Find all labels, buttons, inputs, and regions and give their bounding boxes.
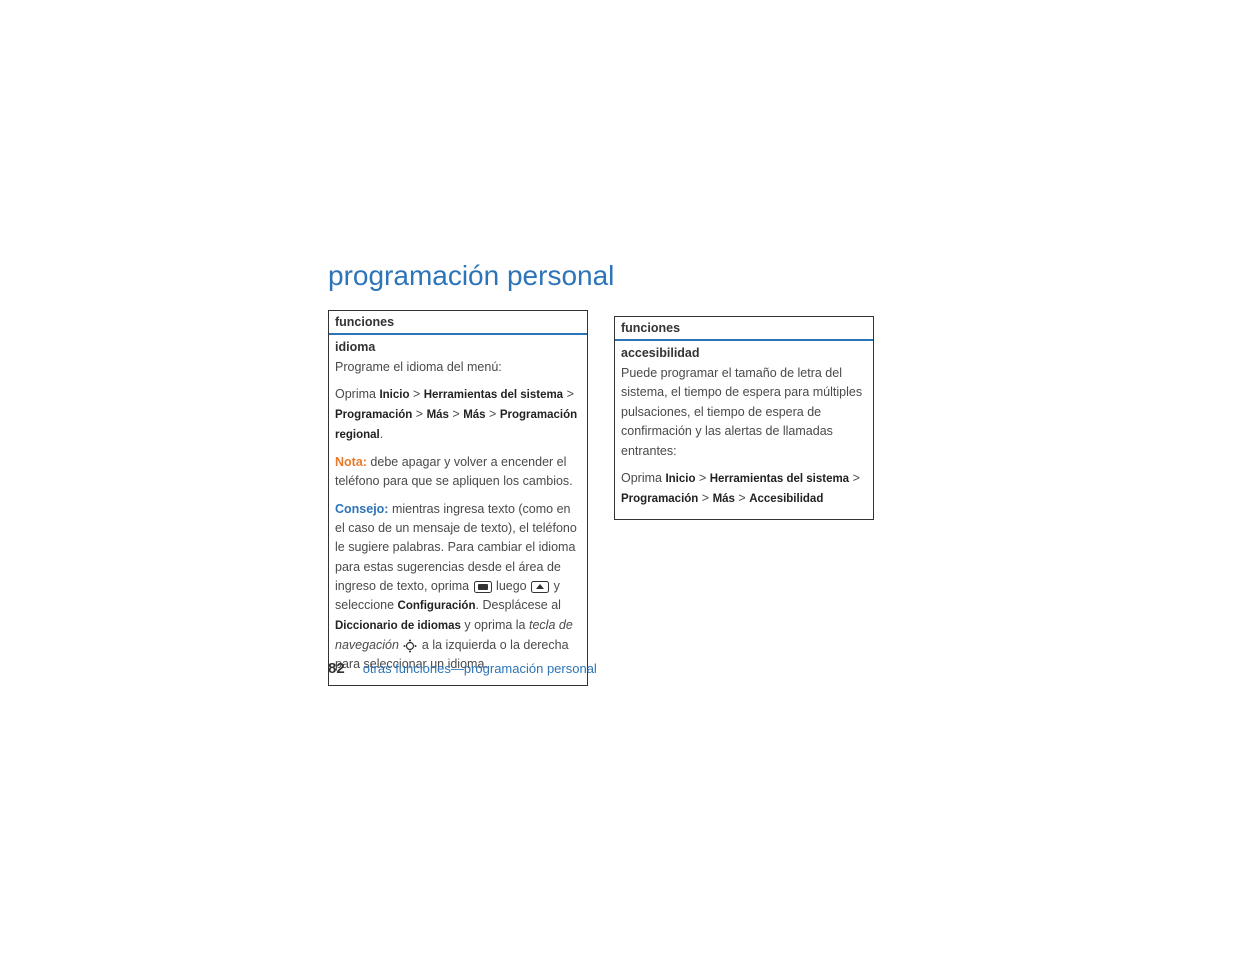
accesibilidad-intro: Puede programar el tamaño de letra del s…	[621, 364, 867, 461]
nav-key-icon	[403, 639, 417, 653]
nota-paragraph: Nota: debe apagar y volver a encender el…	[335, 453, 581, 492]
rpath-programacion: Programación	[621, 493, 698, 505]
idioma-intro: Programe el idioma del menú:	[335, 358, 581, 377]
consejo-label: Consejo:	[335, 502, 392, 516]
diccionario: Diccionario de idiomas	[335, 620, 461, 632]
gt: >	[412, 407, 426, 421]
accesibilidad-content: Puede programar el tamaño de letra del s…	[615, 364, 873, 519]
gt: >	[698, 491, 712, 505]
accesibilidad-path: Oprima Inicio > Herramientas del sistema…	[621, 469, 867, 509]
page-number: 82	[328, 660, 345, 677]
idioma-path: Oprima Inicio > Herramientas del sistema…	[335, 385, 581, 444]
consejo-part2: . Desplácese al	[476, 598, 561, 612]
right-column: funciones accesibilidad Puede programar …	[614, 316, 874, 686]
idioma-subheader: idioma	[329, 335, 587, 358]
gt: >	[409, 387, 423, 401]
up-key-icon	[531, 581, 549, 593]
section-title: programación personal	[328, 260, 908, 292]
functions-box-right: funciones accesibilidad Puede programar …	[614, 316, 874, 520]
functions-box-left: funciones idioma Programe el idioma del …	[328, 310, 588, 686]
nota-label: Nota:	[335, 455, 370, 469]
rpath-herramientas: Herramientas del sistema	[710, 473, 849, 485]
path-herramientas: Herramientas del sistema	[424, 389, 563, 401]
path-inicio: Inicio	[379, 389, 409, 401]
configuracion: Configuración	[398, 600, 476, 612]
footer: 82 otras funciones—programación personal	[328, 660, 597, 677]
path-programacion: Programación	[335, 409, 412, 421]
gt: >	[849, 471, 860, 485]
consejo-part3: y oprima la	[461, 618, 529, 632]
gt: >	[735, 491, 749, 505]
path-prefix-r: Oprima	[621, 471, 665, 485]
menu-key-icon	[474, 581, 492, 593]
functions-header-right: funciones	[615, 317, 873, 341]
gt: >	[563, 387, 574, 401]
consejo-paragraph: Consejo: mientras ingresa texto (como en…	[335, 500, 581, 675]
columns: funciones idioma Programe el idioma del …	[328, 310, 908, 686]
accesibilidad-subheader: accesibilidad	[615, 341, 873, 364]
path-mas2: Más	[463, 409, 485, 421]
functions-header: funciones	[329, 311, 587, 335]
gt: >	[695, 471, 709, 485]
idioma-content: Programe el idioma del menú: Oprima Inic…	[329, 358, 587, 685]
gt: >	[449, 407, 463, 421]
rpath-inicio: Inicio	[665, 473, 695, 485]
consejo-mid: luego	[493, 579, 531, 593]
page-content: programación personal funciones idioma P…	[328, 260, 908, 686]
nota-text: debe apagar y volver a encender el teléf…	[335, 455, 573, 488]
path-mas1: Más	[427, 409, 449, 421]
left-column: funciones idioma Programe el idioma del …	[328, 310, 588, 686]
footer-breadcrumb: otras funciones—programación personal	[363, 661, 597, 676]
gt: >	[486, 407, 500, 421]
rpath-accesibilidad: Accesibilidad	[749, 493, 823, 505]
path-prefix: Oprima	[335, 387, 379, 401]
rpath-mas: Más	[713, 493, 735, 505]
